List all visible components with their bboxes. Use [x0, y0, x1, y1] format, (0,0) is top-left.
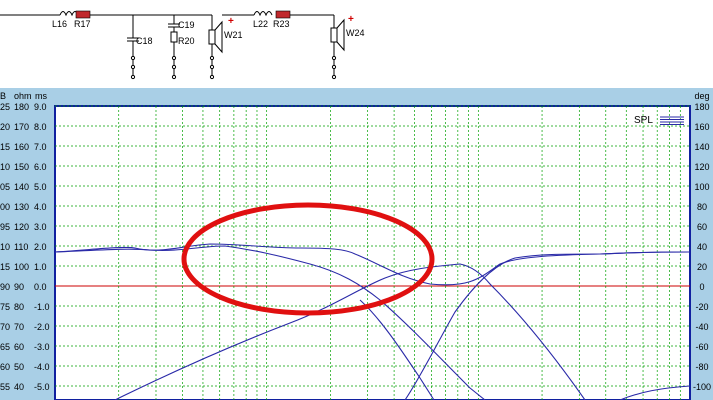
polarity-w24: + — [348, 14, 354, 25]
legend-swatch — [660, 116, 684, 125]
inductor-l22 — [253, 11, 273, 17]
label-l22: L22 — [253, 19, 268, 29]
label-r17: R17 — [74, 19, 91, 29]
resistor-r20 — [170, 31, 178, 80]
plot-area — [54, 105, 691, 400]
label-r23: R23 — [273, 19, 290, 29]
inductor-l16 — [48, 11, 79, 17]
plot-canvas — [54, 105, 691, 400]
frequency-response-graph: B ohm ms deg 25 180 9.0 20 170 8.0 15 160 7.0 10 1… — [0, 88, 713, 400]
crossover-schematic: L16 R17 C18 C19 R20 + W21 L22 R23 + W24 — [0, 0, 713, 88]
legend-label: SPL — [634, 115, 653, 126]
resistor-r17 — [75, 10, 91, 19]
capacitor-c18 — [127, 15, 139, 80]
speaker-w21 — [208, 15, 223, 80]
resistor-r23 — [275, 10, 291, 19]
label-c18: C18 — [136, 36, 153, 46]
label-c19: C19 — [178, 20, 195, 30]
speaker-w24 — [330, 15, 345, 80]
label-w21: W21 — [224, 30, 243, 40]
label-r20: R20 — [178, 36, 195, 46]
label-l16: L16 — [52, 19, 67, 29]
polarity-w21: + — [228, 16, 234, 27]
label-w24: W24 — [346, 28, 365, 38]
